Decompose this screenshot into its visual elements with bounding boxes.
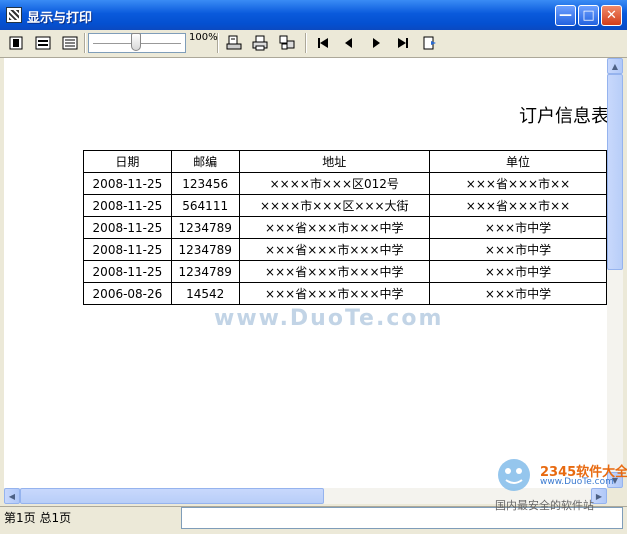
minimize-button[interactable]: — [555, 5, 576, 26]
brand-url: www.DuoTe.com [540, 477, 614, 487]
exit-preview-button[interactable] [420, 33, 440, 53]
page-count-status: 第1页 总1页 [4, 511, 72, 525]
report-title: 订户信息表 [519, 106, 607, 127]
next-page-button[interactable] [366, 33, 386, 53]
first-page-button[interactable] [313, 33, 333, 53]
table-header-row: 日期 邮编 地址 单位 [83, 150, 607, 173]
print-setup-button[interactable] [224, 33, 244, 53]
fit-page-icon [62, 36, 78, 50]
date-cell: 2008-11-25 [83, 260, 172, 283]
postcode-cell: 14542 [170, 282, 240, 305]
table-row: 2008-11-25 123456 ××××市×××区012号 ×××省×××市… [83, 172, 607, 195]
window-title: 显示与打印 [27, 11, 93, 26]
print-button[interactable] [250, 33, 270, 53]
watermark: www.DuoTe.com [214, 306, 444, 331]
column-header: 邮编 [170, 150, 240, 173]
fit-width-icon [35, 36, 51, 50]
address-cell: ×××省×××市×××中学 [238, 260, 431, 283]
last-page-icon [398, 38, 408, 48]
address-cell: ×××省×××市×××中学 [238, 238, 431, 261]
multi-print-icon [279, 35, 295, 50]
date-cell: 2006-08-26 [83, 282, 172, 305]
toolbar-separator [84, 33, 86, 53]
address-cell: ××××市×××区012号 [238, 172, 431, 195]
postcode-cell: 1234789 [170, 260, 240, 283]
single-page-view-button[interactable] [6, 33, 26, 53]
unit-cell: ×××市中学 [429, 260, 607, 283]
chevron-left-icon: ◀ [8, 491, 16, 501]
unit-cell: ×××省×××市×× [429, 172, 607, 195]
close-icon: ✕ [606, 8, 617, 23]
postcode-cell: 123456 [170, 172, 240, 195]
printer-icon [252, 35, 268, 51]
unit-cell: ×××市中学 [429, 216, 607, 239]
address-cell: ××××市×××区×××大街 [238, 194, 431, 217]
minimize-icon: — [559, 8, 572, 23]
close-button[interactable]: ✕ [601, 5, 622, 26]
scroll-left-button[interactable]: ◀ [4, 488, 20, 504]
table-row: 2006-08-26 14542 ×××省×××市×××中学 ×××市中学 [83, 282, 607, 305]
report-table: 日期 邮编 地址 单位 2008-11-25 123456 ××××市×××区0… [83, 150, 607, 305]
unit-cell: ×××市中学 [429, 282, 607, 305]
postcode-cell: 564111 [170, 194, 240, 217]
vertical-scroll-thumb[interactable] [607, 74, 623, 270]
address-cell: ×××省×××市×××中学 [238, 216, 431, 239]
column-header: 单位 [429, 150, 607, 173]
preview-page[interactable]: 订户信息表 日期 邮编 地址 单位 2008-11-25 123456 ××××… [4, 58, 607, 488]
table-row: 2008-11-25 1234789 ×××省×××市×××中学 ×××市中学 [83, 216, 607, 239]
fit-page-button[interactable] [60, 33, 80, 53]
toolbar-separator [305, 33, 307, 53]
page-setup-icon [226, 35, 242, 50]
title-bar[interactable]: 显示与打印 — □ ✕ [0, 0, 627, 30]
column-header: 地址 [238, 150, 431, 173]
previous-page-button[interactable] [339, 33, 359, 53]
unit-cell: ×××市中学 [429, 238, 607, 261]
postcode-cell: 1234789 [170, 238, 240, 261]
date-cell: 2008-11-25 [83, 194, 172, 217]
table-row: 2008-11-25 1234789 ×××省×××市×××中学 ×××市中学 [83, 260, 607, 283]
maximize-button[interactable]: □ [578, 5, 599, 26]
fit-width-button[interactable] [33, 33, 53, 53]
horizontal-scroll-thumb[interactable] [20, 488, 324, 504]
chevron-up-icon: ▲ [611, 61, 619, 71]
date-cell: 2008-11-25 [83, 172, 172, 195]
date-cell: 2008-11-25 [83, 238, 172, 261]
previous-page-icon [345, 38, 352, 48]
column-header: 日期 [83, 150, 172, 173]
date-cell: 2008-11-25 [83, 216, 172, 239]
scroll-up-button[interactable]: ▲ [607, 58, 623, 74]
single-page-icon [9, 36, 23, 50]
table-row: 2008-11-25 564111 ××××市×××区×××大街 ×××省×××… [83, 194, 607, 217]
table-row: 2008-11-25 1234789 ×××省×××市×××中学 ×××市中学 [83, 238, 607, 261]
maximize-icon: □ [582, 8, 595, 23]
address-cell: ×××省×××市×××中学 [238, 282, 431, 305]
zoom-slider-thumb[interactable] [131, 33, 141, 51]
last-page-button[interactable] [393, 33, 413, 53]
next-page-icon [373, 38, 380, 48]
first-page-icon [318, 38, 328, 48]
app-icon[interactable] [6, 7, 22, 23]
print-preview-window: 显示与打印 — □ ✕ 100% 订户信息表 日期 邮编 地址 单位 2008-… [0, 0, 627, 534]
print-options-button[interactable] [277, 33, 297, 53]
brand-tagline: 国内最安全的软件站 [495, 499, 594, 512]
postcode-cell: 1234789 [170, 216, 240, 239]
unit-cell: ×××省×××市×× [429, 194, 607, 217]
exit-icon [423, 36, 436, 50]
zoom-level: 100% [189, 32, 218, 43]
